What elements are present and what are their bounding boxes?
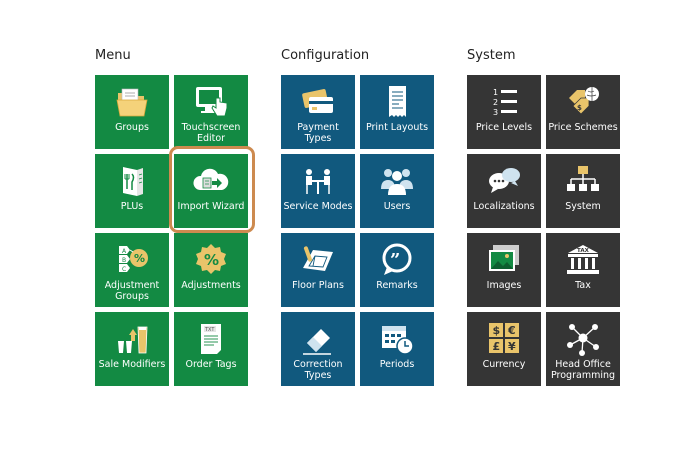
system-section: System 1 2 3 Price Levels $ Price Scheme…: [467, 47, 620, 386]
tile-import-wizard[interactable]: Import Wizard: [174, 154, 248, 228]
tile-groups[interactable]: Groups: [95, 75, 169, 149]
tile-label: Localizations: [473, 201, 535, 212]
tile-label: Payment Types: [297, 122, 339, 144]
tile-system[interactable]: System: [546, 154, 620, 228]
system-section-title: System: [467, 48, 516, 63]
tile-label: Order Tags: [185, 359, 237, 370]
eraser-icon: [281, 321, 355, 357]
cloud-import-icon: [174, 163, 248, 199]
floor-plan-icon: [281, 242, 355, 278]
configuration-section: Configuration Payment Types Print Layout…: [281, 47, 434, 386]
numbered-list-icon: 1 2 3: [467, 84, 541, 120]
tile-label: Correction Types: [293, 359, 343, 381]
price-tags-globe-icon: $: [546, 84, 620, 120]
tile-label: Users: [383, 201, 411, 212]
tile-order-tags[interactable]: TXT Order Tags: [174, 312, 248, 386]
tile-users[interactable]: Users: [360, 154, 434, 228]
txt-label: TXT: [204, 327, 215, 333]
tile-payment-types[interactable]: Payment Types: [281, 75, 355, 149]
tile-images[interactable]: Images: [467, 233, 541, 307]
tile-tax[interactable]: TAX Tax: [546, 233, 620, 307]
tile-label: Periods: [379, 359, 415, 370]
tile-plus[interactable]: PLUs: [95, 154, 169, 228]
svg-text:$: $: [577, 104, 582, 112]
tier-c-label: C: [122, 266, 126, 273]
tile-label: Sale Modifiers: [98, 359, 166, 370]
credit-cards-icon: [281, 84, 355, 120]
tile-label: Import Wizard: [177, 201, 245, 212]
tile-label: Floor Plans: [292, 280, 344, 291]
tier-b-label: B: [122, 257, 126, 264]
euro-label: €: [507, 324, 516, 337]
menu-section: Menu Groups Touchscreen Editor PLUs Impo…: [95, 47, 248, 386]
tile-label: Price Schemes: [548, 122, 618, 133]
tile-adjustments[interactable]: % Adjustments: [174, 233, 248, 307]
level-3-label: 3: [493, 108, 498, 117]
currency-icon: $ € £ ¥: [467, 321, 541, 357]
svg-text:”: ”: [390, 250, 400, 271]
receipt-icon: [360, 84, 434, 120]
pound-label: £: [493, 340, 501, 353]
tile-currency[interactable]: $ € £ ¥ Currency: [467, 312, 541, 386]
tile-adjustment-groups[interactable]: A B C % Adjustment Groups: [95, 233, 169, 307]
configuration-tile-grid: Payment Types Print Layouts Service Mode…: [281, 75, 434, 386]
menu-section-title: Menu: [95, 48, 131, 63]
svg-text:%: %: [204, 251, 219, 269]
system-tile-grid: 1 2 3 Price Levels $ Price Schemes Local…: [467, 75, 620, 386]
tile-floor-plans[interactable]: Floor Plans: [281, 233, 355, 307]
network-icon: [546, 321, 620, 357]
calendar-clock-icon: [360, 321, 434, 357]
menu-book-icon: [95, 163, 169, 199]
tile-label: Touchscreen Editor: [181, 122, 241, 144]
tile-print-layouts[interactable]: Print Layouts: [360, 75, 434, 149]
tile-label: Service Modes: [283, 201, 353, 212]
images-icon: [467, 242, 541, 278]
tile-price-schemes[interactable]: $ Price Schemes: [546, 75, 620, 149]
yen-label: ¥: [508, 340, 516, 353]
tile-label: Price Levels: [475, 122, 533, 133]
hierarchy-icon: [546, 163, 620, 199]
tile-service-modes[interactable]: Service Modes: [281, 154, 355, 228]
tile-label: Remarks: [376, 280, 418, 291]
tile-label: Currency: [482, 359, 526, 370]
level-1-label: 1: [493, 88, 498, 97]
tile-label: Adjustment Groups: [104, 280, 160, 302]
txt-document-icon: TXT: [174, 321, 248, 357]
tile-remarks[interactable]: ” Remarks: [360, 233, 434, 307]
tax-label: TAX: [577, 248, 590, 254]
svg-text:%: %: [134, 252, 145, 265]
level-2-label: 2: [493, 98, 498, 107]
tile-label: Adjustments: [181, 280, 241, 291]
tile-label: Images: [486, 280, 522, 291]
tile-price-levels[interactable]: 1 2 3 Price Levels: [467, 75, 541, 149]
glasses-arrow-icon: [95, 321, 169, 357]
users-icon: [360, 163, 434, 199]
tile-localizations[interactable]: Localizations: [467, 154, 541, 228]
dollar-label: $: [493, 324, 501, 337]
tax-building-icon: TAX: [546, 242, 620, 278]
tile-correction-types[interactable]: Correction Types: [281, 312, 355, 386]
folder-icon: [95, 84, 169, 120]
tile-label: System: [565, 201, 601, 212]
dining-table-icon: [281, 163, 355, 199]
tile-touchscreen-editor[interactable]: Touchscreen Editor: [174, 75, 248, 149]
tile-label: Head Office Programming: [550, 359, 616, 381]
tile-sale-modifiers[interactable]: Sale Modifiers: [95, 312, 169, 386]
tile-periods[interactable]: Periods: [360, 312, 434, 386]
percent-badge-icon: %: [174, 242, 248, 278]
quote-bubble-icon: ”: [360, 242, 434, 278]
tile-label: Tax: [575, 280, 591, 291]
touchscreen-icon: [174, 84, 248, 120]
tiered-percent-icon: A B C %: [95, 242, 169, 278]
tile-head-office-programming[interactable]: Head Office Programming: [546, 312, 620, 386]
chat-bubbles-icon: [467, 163, 541, 199]
tile-label: Print Layouts: [365, 122, 429, 133]
menu-tile-grid: Groups Touchscreen Editor PLUs Import Wi…: [95, 75, 248, 386]
tile-label: PLUs: [120, 201, 144, 212]
configuration-section-title: Configuration: [281, 48, 370, 63]
tile-label: Groups: [115, 122, 149, 133]
